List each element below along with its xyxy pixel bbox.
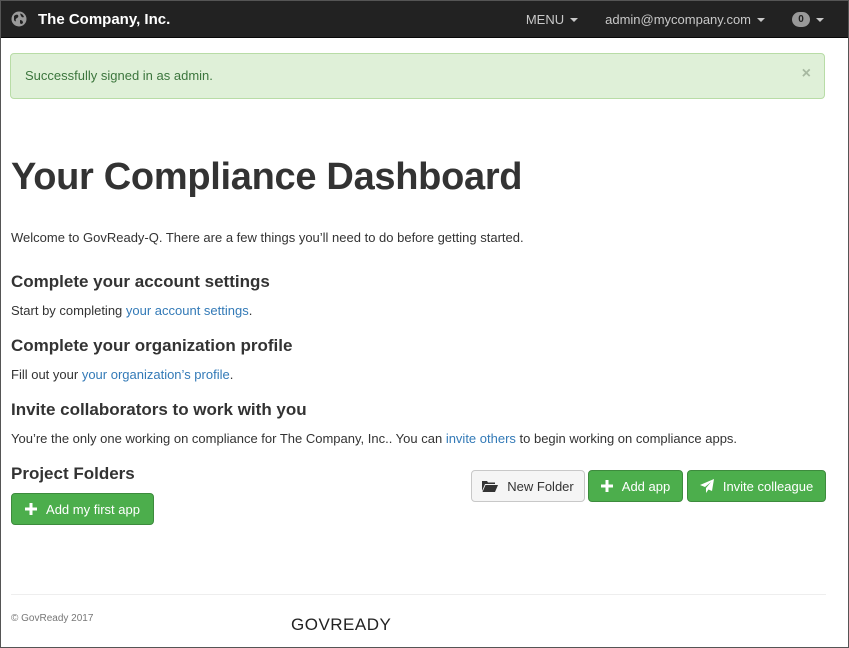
project-folders-heading: Project Folders — [11, 464, 135, 483]
add-first-app-label: Add my first app — [46, 501, 140, 517]
top-navbar: The Company, Inc. MENU admin@mycompany.c… — [1, 1, 848, 38]
brand-link[interactable]: The Company, Inc. — [11, 1, 170, 38]
govready-logo: GOVREADY — [291, 615, 392, 634]
page-title: Your Compliance Dashboard — [11, 156, 523, 198]
organization-profile-link[interactable]: your organization’s profile — [82, 367, 230, 382]
footer-divider — [11, 594, 826, 595]
account-settings-heading: Complete your account settings — [11, 272, 270, 291]
success-alert: Successfully signed in as admin. × — [10, 53, 825, 99]
chevron-down-icon — [757, 17, 765, 22]
chevron-down-icon — [570, 17, 579, 22]
invite-colleague-label: Invite colleague — [722, 478, 814, 494]
add-first-app-button[interactable]: Add my first app — [11, 493, 154, 525]
user-dropdown[interactable]: admin@mycompany.com — [605, 1, 765, 38]
menu-dropdown[interactable]: MENU — [525, 1, 579, 38]
user-email: admin@mycompany.com — [605, 12, 751, 27]
organization-profile-text: Fill out your your organization’s profil… — [11, 367, 234, 382]
folder-open-icon — [482, 480, 499, 492]
plus-icon — [25, 503, 38, 515]
add-app-button[interactable]: Add app — [588, 470, 683, 502]
notification-count-badge: 0 — [792, 12, 810, 27]
alert-message: Successfully signed in as admin. — [25, 68, 213, 83]
invite-collaborators-text: You’re the only one working on complianc… — [11, 431, 738, 446]
plus-icon — [600, 480, 613, 492]
globe-icon — [11, 11, 27, 27]
invite-collaborators-heading: Invite collaborators to work with you — [11, 400, 307, 419]
copyright-text: © GovReady 2017 — [11, 613, 94, 624]
add-app-label: Add app — [621, 478, 671, 494]
welcome-text: Welcome to GovReady-Q. There are a few t… — [11, 230, 524, 245]
account-settings-link[interactable]: your account settings — [126, 303, 249, 318]
brand-name: The Company, Inc. — [38, 10, 171, 28]
close-icon[interactable]: × — [802, 66, 811, 82]
menu-label: MENU — [525, 12, 565, 27]
new-folder-label: New Folder — [507, 478, 574, 494]
notifications-dropdown[interactable]: 0 — [792, 1, 824, 38]
send-icon — [699, 479, 714, 493]
invite-others-link[interactable]: invite others — [446, 431, 516, 446]
invite-colleague-button[interactable]: Invite colleague — [687, 470, 826, 502]
new-folder-button[interactable]: New Folder — [471, 470, 585, 502]
account-settings-text: Start by completing your account setting… — [11, 303, 253, 318]
organization-profile-heading: Complete your organization profile — [11, 336, 293, 355]
chevron-down-icon — [816, 17, 824, 22]
